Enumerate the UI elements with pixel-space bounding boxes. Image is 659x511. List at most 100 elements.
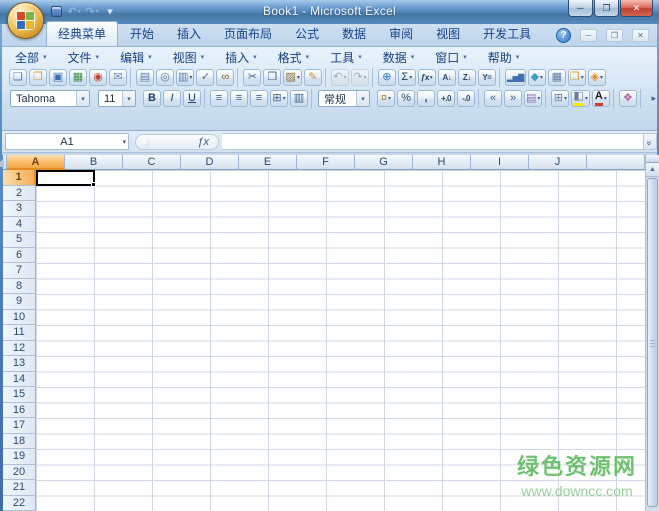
- save-as-excel-button[interactable]: ▦: [69, 69, 87, 86]
- redo-button[interactable]: ↷ ▾: [350, 69, 369, 86]
- row-header-7[interactable]: 7: [3, 263, 36, 279]
- workbook-restore-button[interactable]: ❐: [606, 29, 623, 42]
- row-header-18[interactable]: 18: [3, 433, 36, 449]
- sheet-grid[interactable]: [36, 170, 645, 511]
- merge-cells-button[interactable]: ▥: [290, 90, 308, 107]
- sort-ascending-button[interactable]: A↓: [437, 69, 456, 86]
- autofilter-button[interactable]: Y=: [477, 69, 496, 86]
- row-header-10[interactable]: 10: [3, 309, 36, 325]
- chart-wizard-button[interactable]: ▂▅▇: [504, 69, 526, 86]
- column-header-H[interactable]: H: [413, 155, 471, 170]
- percent-style-button[interactable]: %: [397, 90, 415, 107]
- column-header-E[interactable]: E: [239, 155, 297, 170]
- ribbon-tab-视图[interactable]: 视图: [425, 22, 471, 46]
- split-handle[interactable]: [646, 155, 659, 163]
- permission-button[interactable]: ◉: [89, 69, 107, 86]
- row-header-21[interactable]: 21: [3, 480, 36, 496]
- drawing-button[interactable]: ◆ ▾: [527, 69, 546, 86]
- workbook-close-button[interactable]: ✕: [632, 29, 649, 42]
- decrease-decimal-button[interactable]: -.0: [457, 90, 475, 107]
- row-header-20[interactable]: 20: [3, 464, 36, 480]
- chevron-down-icon[interactable]: ▾: [356, 91, 369, 106]
- save-button[interactable]: ▣: [49, 69, 67, 86]
- conditional-formatting-button[interactable]: ▤ ▾: [524, 90, 543, 107]
- scroll-up-button[interactable]: ▲: [646, 163, 659, 177]
- decrease-indent-button[interactable]: «: [484, 90, 502, 107]
- row-header-2[interactable]: 2: [3, 185, 36, 201]
- menu-窗口[interactable]: 窗口 ▾: [427, 47, 475, 68]
- research-button[interactable]: ∞: [216, 69, 235, 86]
- vertical-scrollbar[interactable]: ▲: [645, 155, 659, 511]
- formula-input[interactable]: [222, 133, 643, 150]
- column-header-I[interactable]: I: [471, 155, 529, 170]
- row-header-16[interactable]: 16: [3, 402, 36, 418]
- italic-button[interactable]: I: [163, 90, 181, 107]
- open-button[interactable]: ❒: [29, 69, 47, 86]
- column-header-C[interactable]: C: [123, 155, 181, 170]
- row-header-6[interactable]: 6: [3, 247, 36, 263]
- format-painter-button[interactable]: ✎: [303, 69, 322, 86]
- row-header-4[interactable]: 4: [3, 216, 36, 232]
- column-header-B[interactable]: B: [65, 155, 123, 170]
- hyperlink-button[interactable]: ⊕: [377, 69, 396, 86]
- toolbar-overflow-button[interactable]: ▸: [651, 93, 656, 104]
- row-header-15[interactable]: 15: [3, 387, 36, 403]
- merge-center-button[interactable]: ⊞ ▾: [270, 90, 288, 107]
- copy-button[interactable]: ❐: [263, 69, 282, 86]
- row-header-19[interactable]: 19: [3, 449, 36, 465]
- expand-formula-bar-button[interactable]: »: [643, 133, 657, 150]
- menu-视图[interactable]: 视图 ▾: [165, 47, 213, 68]
- ribbon-tab-插入[interactable]: 插入: [166, 22, 212, 46]
- menu-插入[interactable]: 插入 ▾: [217, 47, 265, 68]
- column-header-F[interactable]: F: [297, 155, 355, 170]
- office-button[interactable]: [7, 2, 44, 39]
- menu-全部[interactable]: 全部 ▾: [7, 47, 55, 68]
- align-right-button[interactable]: ≡: [250, 90, 268, 107]
- menu-格式[interactable]: 格式 ▾: [270, 47, 318, 68]
- insert-function-button[interactable]: ƒx ▾: [417, 69, 436, 86]
- paste-button[interactable]: ▨ ▾: [283, 69, 302, 86]
- column-header-A[interactable]: A: [7, 155, 65, 170]
- help-button[interactable]: ?: [556, 28, 571, 43]
- maximize-button[interactable]: ❐: [594, 0, 619, 17]
- row-header-8[interactable]: 8: [3, 278, 36, 294]
- column-header-J[interactable]: J: [529, 155, 587, 170]
- row-header-5[interactable]: 5: [3, 232, 36, 248]
- minimize-button[interactable]: ─: [568, 0, 593, 17]
- chevron-down-icon[interactable]: ▾: [76, 91, 89, 106]
- insert-function-button[interactable]: ƒx: [135, 133, 219, 150]
- menu-帮助[interactable]: 帮助 ▾: [480, 47, 528, 68]
- menu-编辑[interactable]: 编辑 ▾: [112, 47, 160, 68]
- row-header-11[interactable]: 11: [3, 325, 36, 341]
- ribbon-tab-审阅[interactable]: 审阅: [378, 22, 424, 46]
- row-header-17[interactable]: 17: [3, 418, 36, 434]
- new-document-button[interactable]: ❏: [9, 69, 27, 86]
- column-header-partial[interactable]: [587, 155, 645, 170]
- menu-文件[interactable]: 文件 ▾: [60, 47, 108, 68]
- cut-button[interactable]: ✂: [243, 69, 262, 86]
- fill-handle[interactable]: [91, 182, 96, 187]
- menu-工具[interactable]: 工具 ▾: [322, 47, 370, 68]
- sort-descending-button[interactable]: Z↓: [457, 69, 476, 86]
- row-header-12[interactable]: 12: [3, 340, 36, 356]
- ribbon-tab-开始[interactable]: 开始: [119, 22, 165, 46]
- active-cell-a1[interactable]: [36, 170, 96, 187]
- font-name-combo[interactable]: Tahoma ▾: [10, 90, 90, 107]
- ribbon-tab-开发工具[interactable]: 开发工具: [472, 22, 542, 46]
- align-center-button[interactable]: ≡: [230, 90, 248, 107]
- autosum-button[interactable]: Σ ▾: [397, 69, 416, 86]
- cell-styles-button[interactable]: ❖: [618, 90, 637, 107]
- number-format-combo[interactable]: 常规 ▾: [318, 90, 370, 107]
- print-area-button[interactable]: ▥ ▾: [176, 69, 195, 86]
- align-left-button[interactable]: ≡: [210, 90, 228, 107]
- folder-button[interactable]: ❒ ▾: [567, 69, 586, 86]
- row-header-9[interactable]: 9: [3, 294, 36, 310]
- close-button[interactable]: ✕: [620, 0, 653, 17]
- menu-数据[interactable]: 数据 ▾: [375, 47, 423, 68]
- workbook-minimize-button[interactable]: ─: [580, 29, 597, 42]
- column-header-D[interactable]: D: [181, 155, 239, 170]
- font-color-button[interactable]: A ▾: [591, 90, 610, 107]
- chevron-down-icon[interactable]: ▾: [122, 138, 126, 146]
- select-all-button[interactable]: [0, 155, 7, 170]
- increase-decimal-button[interactable]: +.0: [437, 90, 455, 107]
